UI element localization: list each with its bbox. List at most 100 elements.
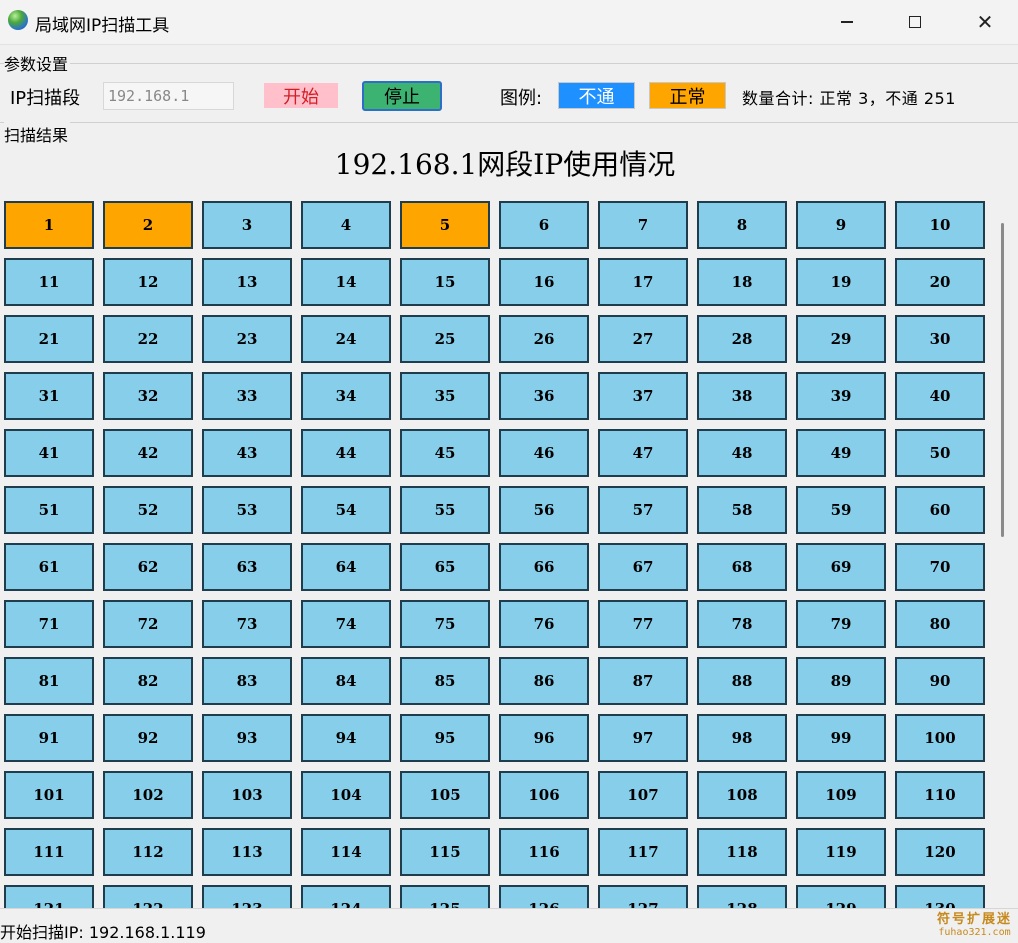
- ip-cell-71[interactable]: 71: [4, 600, 94, 648]
- ip-cell-41[interactable]: 41: [4, 429, 94, 477]
- ip-cell-108[interactable]: 108: [697, 771, 787, 819]
- ip-cell-21[interactable]: 21: [4, 315, 94, 363]
- ip-cell-7[interactable]: 7: [598, 201, 688, 249]
- ip-cell-50[interactable]: 50: [895, 429, 985, 477]
- ip-cell-1[interactable]: 1: [4, 201, 94, 249]
- ip-cell-92[interactable]: 92: [103, 714, 193, 762]
- ip-cell-120[interactable]: 120: [895, 828, 985, 876]
- ip-cell-126[interactable]: 126: [499, 885, 589, 908]
- ip-cell-29[interactable]: 29: [796, 315, 886, 363]
- ip-cell-102[interactable]: 102: [103, 771, 193, 819]
- ip-cell-6[interactable]: 6: [499, 201, 589, 249]
- ip-cell-55[interactable]: 55: [400, 486, 490, 534]
- ip-cell-57[interactable]: 57: [598, 486, 688, 534]
- ip-cell-5[interactable]: 5: [400, 201, 490, 249]
- ip-cell-98[interactable]: 98: [697, 714, 787, 762]
- ip-cell-117[interactable]: 117: [598, 828, 688, 876]
- ip-cell-54[interactable]: 54: [301, 486, 391, 534]
- ip-cell-24[interactable]: 24: [301, 315, 391, 363]
- ip-cell-97[interactable]: 97: [598, 714, 688, 762]
- ip-cell-83[interactable]: 83: [202, 657, 292, 705]
- ip-cell-113[interactable]: 113: [202, 828, 292, 876]
- stop-button[interactable]: 停止: [362, 81, 442, 111]
- ip-cell-107[interactable]: 107: [598, 771, 688, 819]
- ip-cell-27[interactable]: 27: [598, 315, 688, 363]
- ip-cell-18[interactable]: 18: [697, 258, 787, 306]
- ip-cell-114[interactable]: 114: [301, 828, 391, 876]
- ip-cell-36[interactable]: 36: [499, 372, 589, 420]
- ip-cell-52[interactable]: 52: [103, 486, 193, 534]
- ip-cell-15[interactable]: 15: [400, 258, 490, 306]
- ip-cell-37[interactable]: 37: [598, 372, 688, 420]
- ip-cell-70[interactable]: 70: [895, 543, 985, 591]
- ip-cell-65[interactable]: 65: [400, 543, 490, 591]
- ip-cell-38[interactable]: 38: [697, 372, 787, 420]
- ip-cell-75[interactable]: 75: [400, 600, 490, 648]
- ip-cell-62[interactable]: 62: [103, 543, 193, 591]
- ip-cell-116[interactable]: 116: [499, 828, 589, 876]
- ip-cell-17[interactable]: 17: [598, 258, 688, 306]
- close-button[interactable]: ✕: [950, 0, 1018, 44]
- ip-cell-118[interactable]: 118: [697, 828, 787, 876]
- ip-cell-80[interactable]: 80: [895, 600, 985, 648]
- ip-cell-20[interactable]: 20: [895, 258, 985, 306]
- ip-cell-69[interactable]: 69: [796, 543, 886, 591]
- ip-cell-16[interactable]: 16: [499, 258, 589, 306]
- ip-cell-11[interactable]: 11: [4, 258, 94, 306]
- ip-cell-14[interactable]: 14: [301, 258, 391, 306]
- ip-cell-33[interactable]: 33: [202, 372, 292, 420]
- ip-cell-26[interactable]: 26: [499, 315, 589, 363]
- ip-cell-47[interactable]: 47: [598, 429, 688, 477]
- ip-cell-103[interactable]: 103: [202, 771, 292, 819]
- ip-cell-84[interactable]: 84: [301, 657, 391, 705]
- ip-cell-8[interactable]: 8: [697, 201, 787, 249]
- ip-cell-91[interactable]: 91: [4, 714, 94, 762]
- ip-cell-93[interactable]: 93: [202, 714, 292, 762]
- ip-cell-79[interactable]: 79: [796, 600, 886, 648]
- ip-cell-2[interactable]: 2: [103, 201, 193, 249]
- ip-cell-34[interactable]: 34: [301, 372, 391, 420]
- ip-cell-122[interactable]: 122: [103, 885, 193, 908]
- ip-cell-12[interactable]: 12: [103, 258, 193, 306]
- ip-cell-124[interactable]: 124: [301, 885, 391, 908]
- ip-cell-112[interactable]: 112: [103, 828, 193, 876]
- ip-cell-10[interactable]: 10: [895, 201, 985, 249]
- ip-cell-89[interactable]: 89: [796, 657, 886, 705]
- ip-cell-13[interactable]: 13: [202, 258, 292, 306]
- vertical-scrollbar[interactable]: [1001, 223, 1004, 537]
- ip-cell-49[interactable]: 49: [796, 429, 886, 477]
- ip-cell-90[interactable]: 90: [895, 657, 985, 705]
- start-button[interactable]: 开始: [264, 83, 338, 108]
- ip-cell-121[interactable]: 121: [4, 885, 94, 908]
- ip-cell-123[interactable]: 123: [202, 885, 292, 908]
- ip-cell-30[interactable]: 30: [895, 315, 985, 363]
- maximize-button[interactable]: [880, 0, 950, 44]
- ip-cell-110[interactable]: 110: [895, 771, 985, 819]
- ip-cell-72[interactable]: 72: [103, 600, 193, 648]
- ip-cell-101[interactable]: 101: [4, 771, 94, 819]
- ip-cell-104[interactable]: 104: [301, 771, 391, 819]
- ip-cell-45[interactable]: 45: [400, 429, 490, 477]
- ip-cell-3[interactable]: 3: [202, 201, 292, 249]
- ip-cell-128[interactable]: 128: [697, 885, 787, 908]
- ip-cell-32[interactable]: 32: [103, 372, 193, 420]
- ip-cell-96[interactable]: 96: [499, 714, 589, 762]
- ip-cell-40[interactable]: 40: [895, 372, 985, 420]
- ip-cell-60[interactable]: 60: [895, 486, 985, 534]
- ip-cell-44[interactable]: 44: [301, 429, 391, 477]
- minimize-button[interactable]: [812, 0, 882, 44]
- ip-cell-56[interactable]: 56: [499, 486, 589, 534]
- ip-cell-76[interactable]: 76: [499, 600, 589, 648]
- ip-segment-input[interactable]: [103, 82, 234, 110]
- ip-cell-66[interactable]: 66: [499, 543, 589, 591]
- ip-cell-9[interactable]: 9: [796, 201, 886, 249]
- ip-cell-95[interactable]: 95: [400, 714, 490, 762]
- ip-cell-31[interactable]: 31: [4, 372, 94, 420]
- ip-cell-99[interactable]: 99: [796, 714, 886, 762]
- ip-cell-48[interactable]: 48: [697, 429, 787, 477]
- ip-cell-85[interactable]: 85: [400, 657, 490, 705]
- ip-cell-23[interactable]: 23: [202, 315, 292, 363]
- ip-cell-68[interactable]: 68: [697, 543, 787, 591]
- ip-cell-63[interactable]: 63: [202, 543, 292, 591]
- ip-cell-130[interactable]: 130: [895, 885, 985, 908]
